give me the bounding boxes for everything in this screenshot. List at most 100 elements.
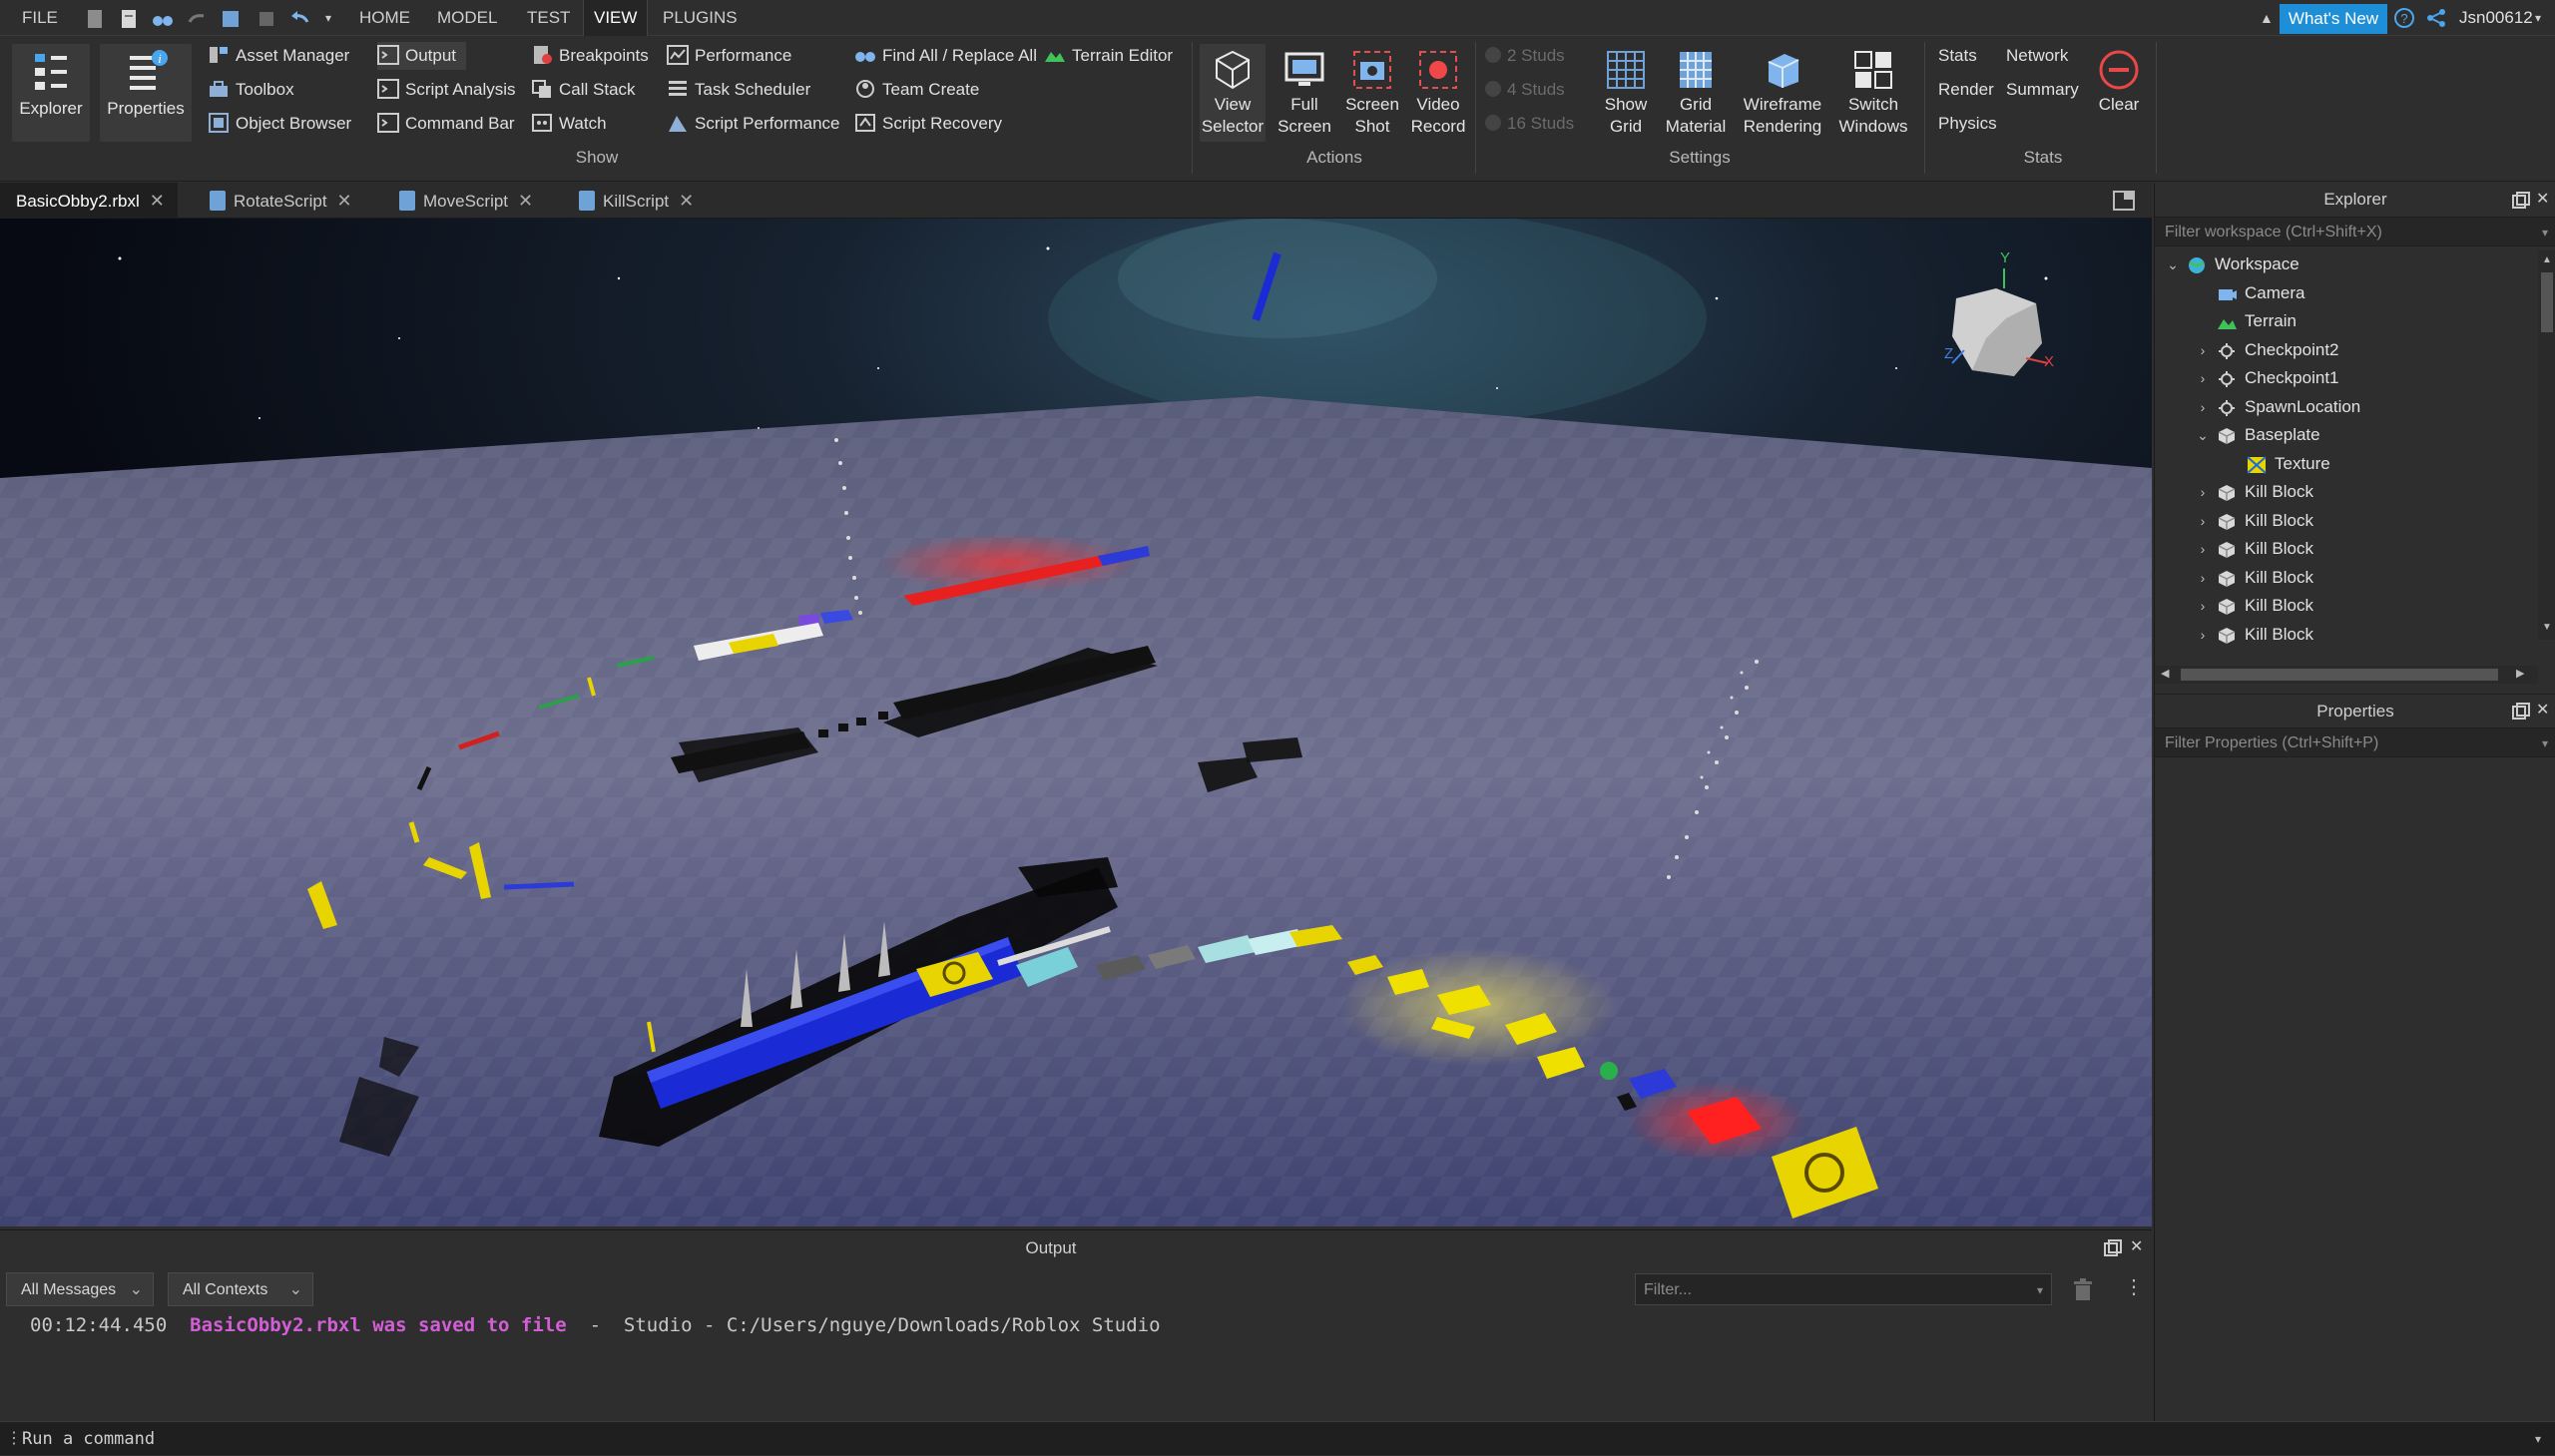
tab-home[interactable]: HOME — [349, 0, 420, 36]
network-button[interactable]: Network — [2006, 42, 2068, 70]
redo-icon[interactable] — [186, 8, 208, 30]
tab-plugins[interactable]: PLUGINS — [653, 0, 748, 36]
chevron-right-icon[interactable]: › — [2195, 507, 2211, 535]
quick-access-menu-icon[interactable]: ▾ — [321, 0, 335, 36]
message-filter-dropdown[interactable]: All Messages ⌄ — [6, 1272, 154, 1306]
log-entry[interactable]: 00:12:44.450 BasicObby2.rbxl was saved t… — [30, 1314, 1161, 1336]
share-icon[interactable] — [2425, 7, 2447, 29]
grid-4-studs-radio[interactable]: 4 Studs — [1485, 76, 1565, 104]
physics-button[interactable]: Physics — [1938, 110, 1997, 138]
call-stack-button[interactable]: Call Stack — [531, 76, 636, 104]
scroll-left-icon[interactable]: ◀ — [2161, 667, 2169, 680]
user-menu-chevron-icon[interactable]: ▾ — [2531, 0, 2545, 36]
grid-material-button[interactable]: Grid Material — [1661, 44, 1731, 138]
explorer-button[interactable]: Explorer — [12, 44, 90, 142]
clear-stats-button[interactable]: Clear — [2090, 44, 2148, 116]
explorer-tree-item[interactable]: Texture — [2155, 450, 2534, 478]
tab-view[interactable]: VIEW — [583, 0, 649, 36]
close-icon[interactable]: ✕ — [679, 191, 694, 211]
properties-button[interactable]: i Properties — [100, 44, 192, 142]
whats-new-button[interactable]: What's New — [2280, 4, 2387, 34]
explorer-tree-item[interactable]: › Kill Block — [2155, 507, 2534, 535]
explorer-tree-item[interactable]: › Kill Block — [2155, 564, 2534, 592]
publish-icon[interactable] — [220, 8, 242, 30]
switch-windows-button[interactable]: Switch Windows — [1832, 44, 1914, 138]
chevron-down-icon[interactable]: ▾ — [2535, 1422, 2541, 1456]
hscrollbar-thumb[interactable] — [2181, 669, 2498, 681]
dock-icon[interactable] — [2512, 192, 2530, 210]
explorer-tree-item[interactable]: › Checkpoint1 — [2155, 364, 2534, 392]
undo-icon[interactable] — [289, 8, 311, 30]
close-icon[interactable]: ✕ — [2536, 700, 2549, 720]
screen-shot-button[interactable]: Screen Shot — [1341, 44, 1403, 138]
scroll-up-icon[interactable]: ▲ — [2542, 254, 2552, 265]
explorer-tree-item[interactable]: Camera — [2155, 279, 2534, 307]
close-icon[interactable]: ✕ — [150, 191, 165, 211]
command-input[interactable]: Run a command — [22, 1422, 155, 1456]
help-icon[interactable]: ? — [2393, 7, 2415, 29]
tab-test[interactable]: TEST — [517, 0, 580, 36]
ball[interactable] — [1600, 1062, 1618, 1080]
doc-tab-place[interactable]: BasicObby2.rbxl ✕ — [0, 183, 178, 219]
team-create-button[interactable]: Team Create — [854, 76, 979, 104]
explorer-tree-item[interactable]: ⌄ Workspace — [2155, 250, 2534, 278]
close-icon[interactable]: ✕ — [2536, 189, 2549, 209]
float-window-icon[interactable] — [2112, 190, 2136, 212]
close-icon[interactable]: ✕ — [518, 191, 533, 211]
explorer-tree-item[interactable]: Terrain — [2155, 307, 2534, 335]
explorer-tree-item[interactable]: › Kill Block — [2155, 621, 2534, 649]
stop-icon[interactable] — [256, 8, 277, 30]
scroll-down-icon[interactable]: ▼ — [2542, 622, 2552, 633]
summary-button[interactable]: Summary — [2006, 76, 2079, 104]
explorer-tree-item[interactable]: › Kill Block — [2155, 478, 2534, 506]
script-performance-button[interactable]: Script Performance — [667, 110, 840, 138]
explorer-scrollbar[interactable]: ▲ ▼ — [2538, 250, 2555, 640]
explorer-filter-input[interactable]: Filter workspace (Ctrl+Shift+X) ▾ — [2155, 217, 2555, 246]
toolbox-button[interactable]: Toolbox — [208, 76, 294, 104]
doc-tab-move-script[interactable]: MoveScript ✕ — [383, 183, 543, 219]
binoculars-icon[interactable] — [152, 8, 174, 30]
chevron-right-icon[interactable]: › — [2195, 621, 2211, 649]
part-block[interactable] — [503, 881, 575, 890]
command-bar-button[interactable]: Command Bar — [377, 110, 515, 138]
chevron-right-icon[interactable]: › — [2195, 478, 2211, 506]
chevron-right-icon[interactable]: › — [2195, 564, 2211, 592]
find-all-button[interactable]: Find All / Replace All — [854, 42, 1037, 70]
dock-icon[interactable] — [2104, 1239, 2122, 1257]
performance-button[interactable]: Performance — [667, 42, 791, 70]
chevron-right-icon[interactable]: › — [2195, 535, 2211, 563]
output-filter-input[interactable]: Filter... ▾ — [1635, 1273, 2052, 1305]
video-record-button[interactable]: Video Record — [1407, 44, 1469, 138]
grid-2-studs-radio[interactable]: 2 Studs — [1485, 42, 1565, 70]
open-file-icon[interactable] — [118, 8, 140, 30]
context-filter-dropdown[interactable]: All Contexts ⌄ — [168, 1272, 313, 1306]
chevron-down-icon[interactable]: ⌄ — [2165, 250, 2181, 278]
wireframe-rendering-button[interactable]: Wireframe Rendering — [1737, 44, 1828, 138]
file-menu[interactable]: FILE — [12, 0, 68, 36]
user-name[interactable]: Jsn00612 — [2459, 0, 2533, 36]
full-screen-button[interactable]: Full Screen — [1274, 44, 1335, 138]
close-icon[interactable]: ✕ — [337, 191, 352, 211]
3d-viewport[interactable]: Y X Z — [0, 219, 2152, 1226]
explorer-tree-item[interactable]: ⌄ Baseplate — [2155, 421, 2534, 449]
grid-16-studs-radio[interactable]: 16 Studs — [1485, 110, 1574, 138]
tab-model[interactable]: MODEL — [427, 0, 507, 36]
chevron-right-icon[interactable]: › — [2195, 364, 2211, 392]
script-analysis-button[interactable]: Script Analysis — [377, 76, 516, 104]
terrain-editor-button[interactable]: Terrain Editor — [1044, 42, 1173, 70]
chevron-right-icon[interactable]: › — [2195, 336, 2211, 364]
scroll-right-icon[interactable]: ▶ — [2516, 667, 2524, 680]
explorer-tree-item[interactable]: › Kill Block — [2155, 592, 2534, 620]
explorer-tree-item[interactable]: › Checkpoint2 — [2155, 336, 2534, 364]
trash-icon[interactable] — [2072, 1278, 2094, 1302]
doc-tab-kill-script[interactable]: KillScript ✕ — [563, 183, 713, 219]
script-recovery-button[interactable]: Script Recovery — [854, 110, 1002, 138]
collapse-ribbon-icon[interactable]: ▲ — [2250, 0, 2284, 36]
view-selector-button[interactable]: View Selector — [1200, 44, 1266, 142]
explorer-tree-item[interactable]: › SpawnLocation — [2155, 393, 2534, 421]
chevron-down-icon[interactable]: ⌄ — [2195, 421, 2211, 449]
properties-filter-input[interactable]: Filter Properties (Ctrl+Shift+P) ▾ — [2155, 728, 2555, 757]
output-button[interactable]: Output — [377, 42, 467, 70]
explorer-tree-item[interactable]: › Kill Block — [2155, 535, 2534, 563]
chevron-right-icon[interactable]: › — [2195, 592, 2211, 620]
